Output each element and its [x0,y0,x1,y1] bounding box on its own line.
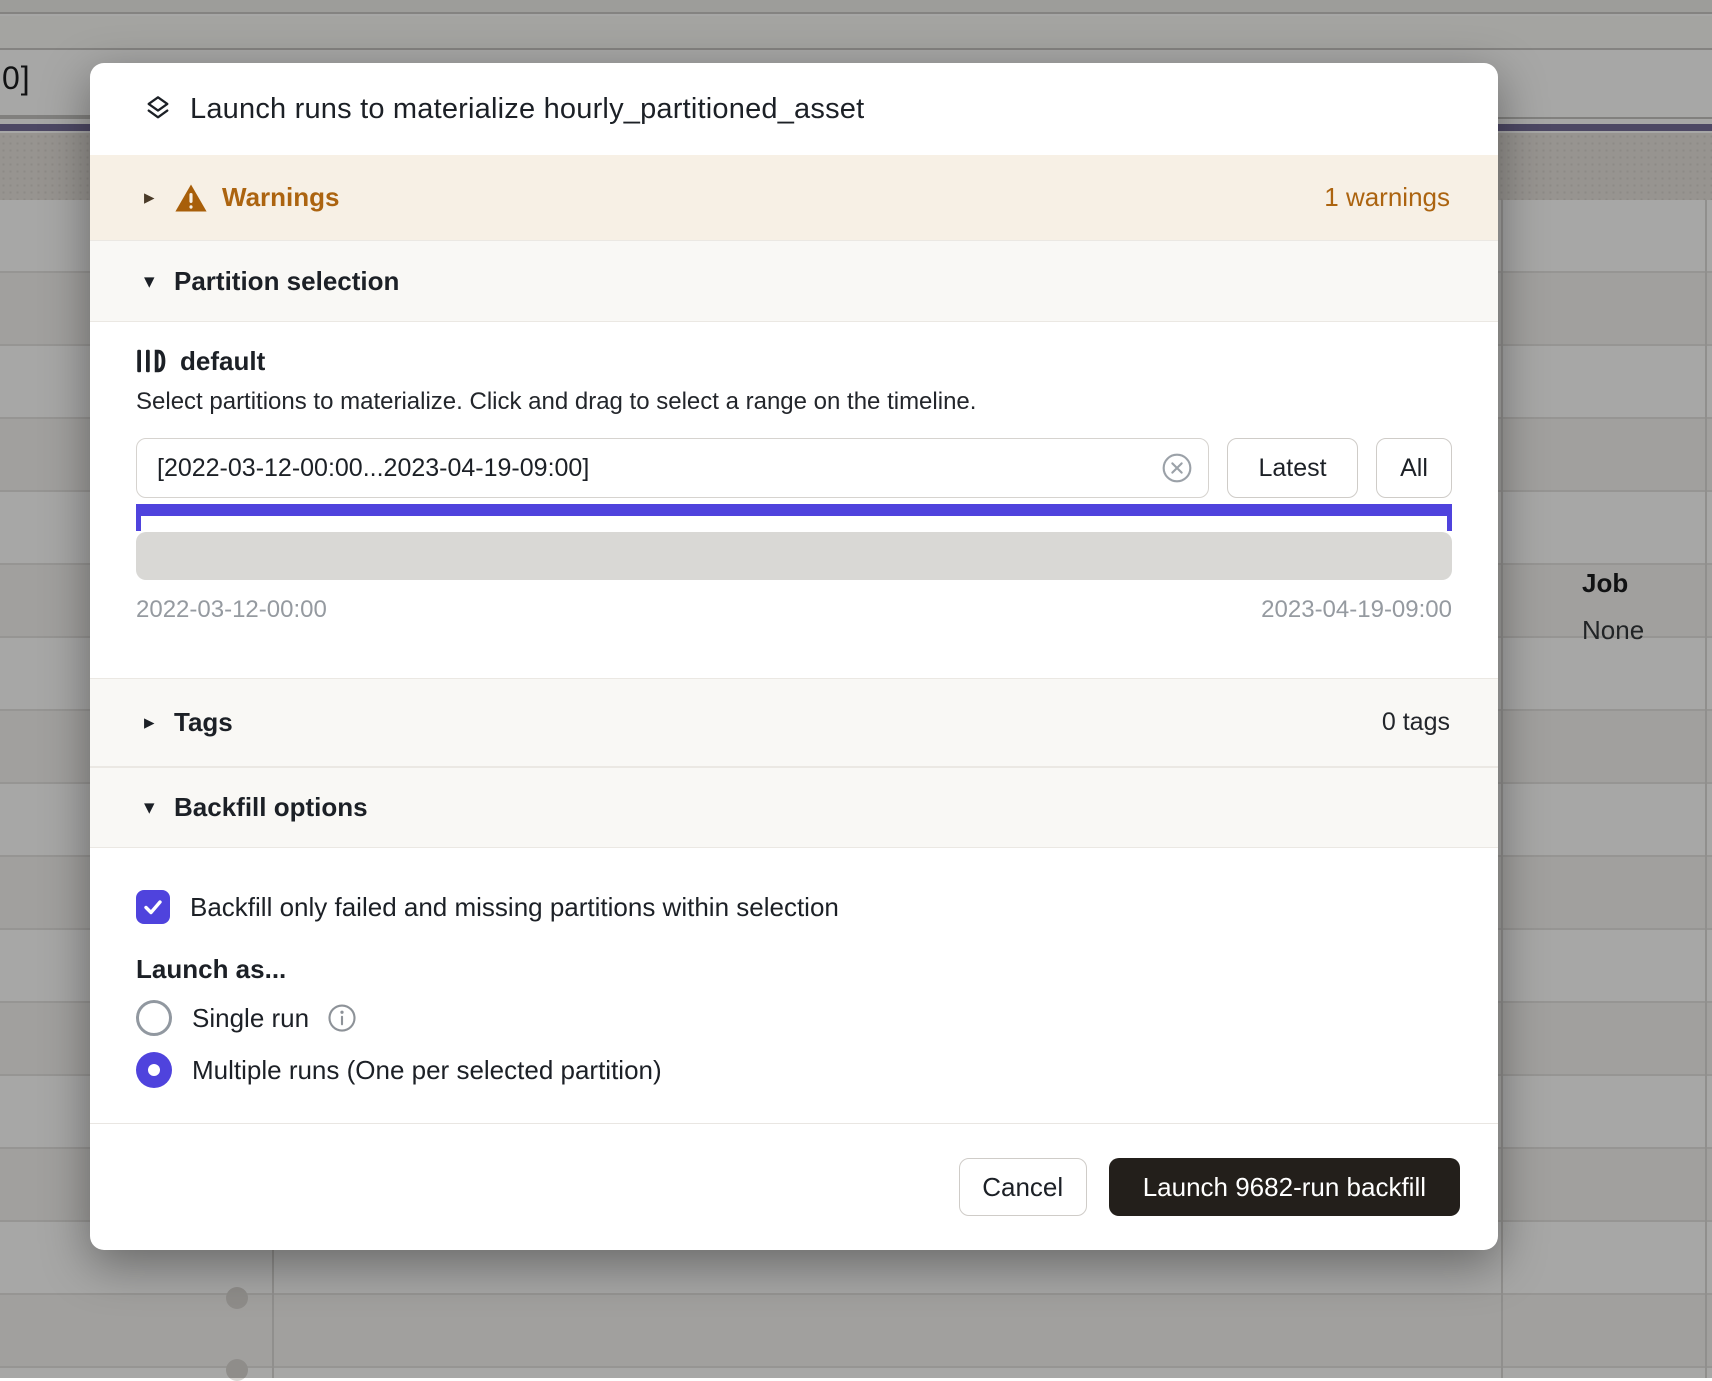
chevron-down-icon [144,795,174,820]
partition-set-icon [136,347,166,375]
multiple-runs-option: Multiple runs (One per selected partitio… [136,1050,1452,1090]
single-run-radio[interactable] [136,1000,172,1036]
backfill-options-label: Backfill options [174,792,368,823]
tags-count: 0 tags [1382,708,1450,737]
dialog-footer: Cancel Launch 9682-run backfill [90,1123,1498,1250]
multiple-runs-radio[interactable] [136,1052,172,1088]
timeline-date-labels: 2022-03-12-00:00 2023-04-19-09:00 [136,596,1452,624]
launch-backfill-button[interactable]: Launch 9682-run backfill [1109,1158,1460,1216]
launch-as-label: Launch as... [136,954,1452,986]
warnings-label: Warnings [222,182,339,213]
partition-range-controls: Latest All [136,438,1452,498]
multiple-runs-label: Multiple runs (One per selected partitio… [192,1055,662,1086]
latest-button[interactable]: Latest [1227,438,1358,498]
partition-selection-label: Partition selection [174,266,399,297]
backfill-only-failed-label: Backfill only failed and missing partiti… [190,892,839,923]
chevron-right-icon [144,185,174,210]
timeline-end-label: 2023-04-19-09:00 [1261,596,1452,624]
tags-section-header[interactable]: Tags 0 tags [90,678,1498,767]
partition-dimension-row: default [136,342,1452,380]
dialog-header: Launch runs to materialize hourly_partit… [90,63,1498,155]
backfill-options-body: Backfill only failed and missing partiti… [90,848,1498,1123]
partition-dimension-name: default [180,346,265,377]
all-button[interactable]: All [1376,438,1452,498]
chevron-down-icon [144,269,174,294]
chevron-right-icon [144,710,174,735]
info-icon[interactable] [327,1003,357,1033]
partition-selection-section-header[interactable]: Partition selection [90,240,1498,322]
warnings-count: 1 warnings [1324,182,1450,213]
cancel-button[interactable]: Cancel [959,1158,1087,1216]
clear-input-icon[interactable] [1161,452,1193,484]
partition-selection-description: Select partitions to materialize. Click … [136,388,1452,416]
dialog-title: Launch runs to materialize hourly_partit… [190,93,864,126]
layers-icon [142,93,174,125]
partition-timeline[interactable] [136,532,1452,580]
backfill-options-section-header[interactable]: Backfill options [90,767,1498,848]
warning-icon [174,183,208,213]
single-run-label: Single run [192,1003,309,1034]
partition-selection-body: default Select partitions to materialize… [90,322,1498,678]
partition-selection-bar[interactable] [136,504,1452,516]
backfill-only-failed-checkbox[interactable] [136,890,170,924]
single-run-option: Single run [136,998,1452,1038]
backfill-only-failed-row: Backfill only failed and missing partiti… [136,890,1452,924]
timeline-start-label: 2022-03-12-00:00 [136,596,327,624]
launch-backfill-dialog: Launch runs to materialize hourly_partit… [90,63,1498,1250]
partition-range-input-wrap [136,438,1209,498]
warnings-section-header[interactable]: Warnings 1 warnings [90,155,1498,240]
tags-label: Tags [174,707,233,738]
partition-range-input[interactable] [136,438,1209,498]
